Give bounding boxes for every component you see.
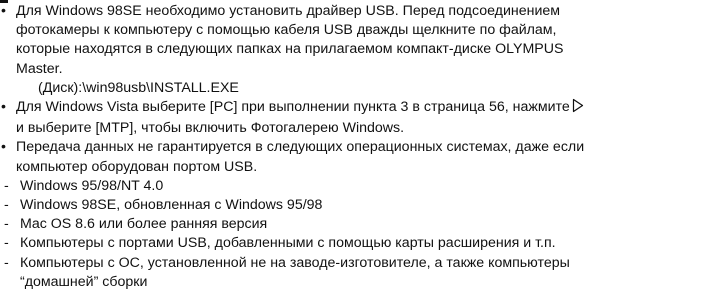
os-list-text: Windows 95/98/NT 4.0 xyxy=(20,177,164,194)
os-list-item: - Компьютеры с портами USB, добавленными … xyxy=(0,234,713,253)
os-list-text: Mac OS 8.6 или более ранняя версия xyxy=(20,216,268,233)
os-list-text: Компьютеры с портами USB, добавленными с… xyxy=(20,235,556,252)
dash-marker: - xyxy=(4,254,9,271)
os-list-text-continued: “домашней” сборки xyxy=(20,273,148,290)
os-list-item: - Компьютеры с ОС, установленной не на за… xyxy=(0,254,713,273)
dash-marker: - xyxy=(4,216,9,233)
installer-path: (Диск):\win98usb\INSTALL.EXE xyxy=(38,79,239,96)
note-text-line: компьютер оборудован портом USB. xyxy=(16,158,258,175)
note-usb-driver: • Для Windows 98SE необходимо установить… xyxy=(0,2,713,79)
notes-list: • Для Windows 98SE необходимо установить… xyxy=(0,2,713,292)
note-text-line: и выберите [MTP], чтобы включить Фотогал… xyxy=(16,120,405,137)
os-list-item: - Windows 98SE, обновленная с Windows 95/… xyxy=(0,196,713,215)
os-list-text: Windows 98SE, обновленная с Windows 95/9… xyxy=(20,197,323,214)
note-text-line: которые находятся в следующих папках на … xyxy=(16,41,564,58)
dash-marker: - xyxy=(4,177,9,194)
bullet-dot: • xyxy=(1,3,6,19)
note-text: Для Windows Vista выберите [PC] при выпо… xyxy=(16,99,570,116)
os-list-item: - Mac OS 8.6 или более ранняя версия xyxy=(0,215,713,234)
note-text-line: Master. xyxy=(16,60,63,77)
dash-marker: - xyxy=(4,235,9,252)
note-text-line: Для Windows Vista выберите [PC] при выпо… xyxy=(16,98,713,119)
os-list-item: - Windows 95/98/NT 4.0 xyxy=(0,177,713,196)
note-unsupported-os: • Передача данных не гарантируется в сле… xyxy=(0,138,713,176)
note-text-line: Передача данных не гарантируется в следу… xyxy=(16,139,585,156)
note-text-line: фотокамеры к компьютеру с помощью кабеля… xyxy=(16,22,557,39)
bullet-dot: • xyxy=(1,99,6,116)
dash-marker: - xyxy=(4,197,9,214)
arrow-right-icon xyxy=(572,98,584,119)
bullet-dot: • xyxy=(1,139,6,156)
os-list-text: Компьютеры с ОС, установленной не на зав… xyxy=(20,254,570,271)
note-windows-vista: • Для Windows Vista выберите [PC] при вы… xyxy=(0,98,713,138)
note-text-line: Для Windows 98SE необходимо установить д… xyxy=(16,3,561,19)
